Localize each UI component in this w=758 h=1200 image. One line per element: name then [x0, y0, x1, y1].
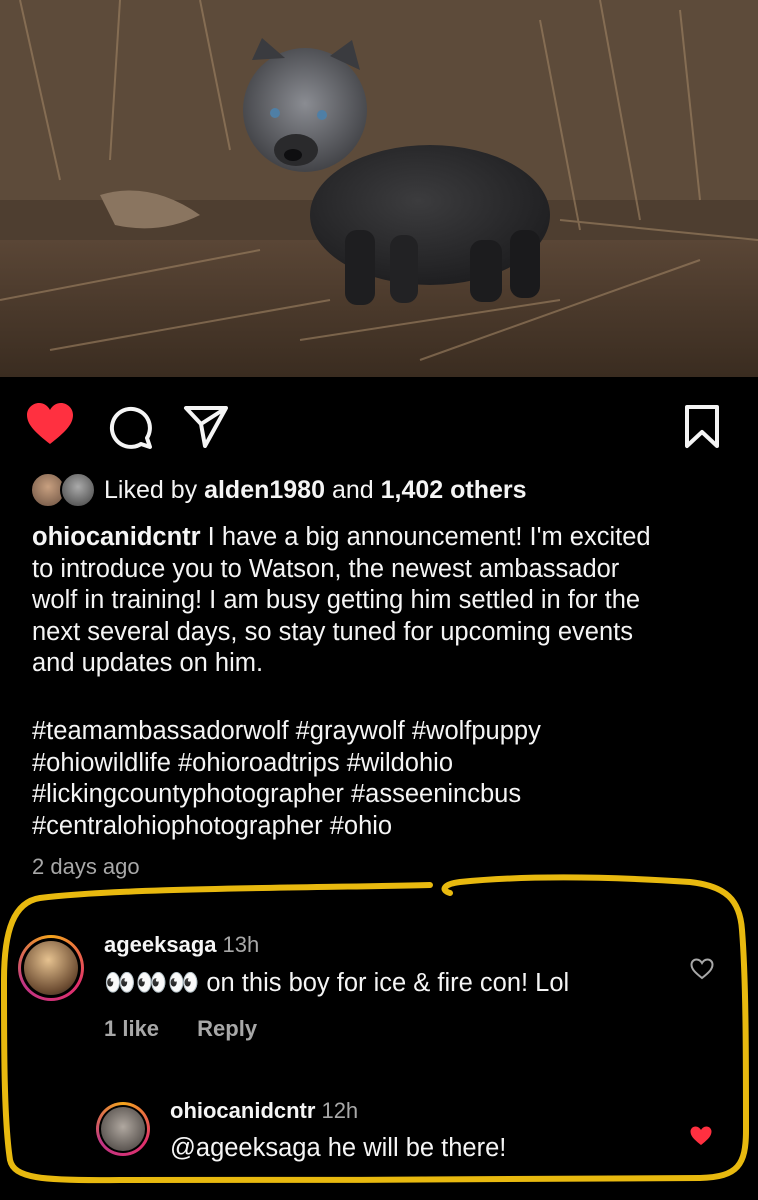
reply-header: ohiocanidcntr 12h: [170, 1098, 358, 1124]
avatar-ring[interactable]: [18, 935, 84, 1001]
liked-by-user[interactable]: alden1980: [204, 476, 325, 505]
comment-bubble-icon[interactable]: [107, 404, 153, 450]
caption-username[interactable]: ohiocanidcntr: [32, 523, 201, 551]
avatar: [101, 1107, 145, 1151]
heart-outline-icon[interactable]: [690, 958, 714, 980]
liked-by-row[interactable]: Liked by alden1980 and 1,402 others: [30, 470, 527, 510]
comment-meta: 1 like Reply: [104, 1016, 257, 1042]
post-action-bar: [0, 390, 758, 460]
reply-username[interactable]: ohiocanidcntr: [170, 1098, 315, 1123]
post-caption: ohiocanidcntr I have a big announcement!…: [32, 522, 732, 680]
wolf-pup-image: [0, 0, 758, 377]
avatar: [60, 472, 96, 508]
post-hashtags[interactable]: #teamambassadorwolf #graywolf #wolfpuppy…: [32, 716, 732, 842]
liked-by-others[interactable]: 1,402 others: [381, 476, 527, 505]
comment-text: on this boy for ice & fire con! Lol: [199, 969, 570, 997]
comment-username[interactable]: ageeksaga: [104, 932, 217, 957]
post-timestamp: 2 days ago: [32, 854, 140, 879]
liked-by-mid: and: [331, 475, 374, 504]
comment-likes[interactable]: 1 like: [104, 1016, 159, 1041]
heart-filled-icon[interactable]: [26, 402, 74, 446]
avatar: [24, 941, 78, 995]
paper-plane-icon[interactable]: [183, 404, 229, 448]
comment-body: 👀👀👀 on this boy for ice & fire con! Lol: [104, 968, 569, 998]
eyes-emoji: 👀👀👀: [104, 969, 200, 997]
reply-button[interactable]: Reply: [197, 1016, 257, 1041]
heart-filled-icon[interactable]: [689, 1125, 713, 1147]
reply-text: @ageeksaga he will be there!: [170, 1134, 507, 1162]
avatar-ring[interactable]: [96, 1102, 150, 1156]
comment-header: ageeksaga 13h: [104, 932, 259, 958]
liker-avatars: [30, 472, 96, 508]
comment-time: 13h: [222, 932, 260, 957]
post-photo[interactable]: [0, 0, 758, 377]
reply-time: 12h: [321, 1098, 359, 1123]
bookmark-icon[interactable]: [684, 404, 720, 450]
liked-by-prefix: Liked by: [104, 475, 198, 504]
